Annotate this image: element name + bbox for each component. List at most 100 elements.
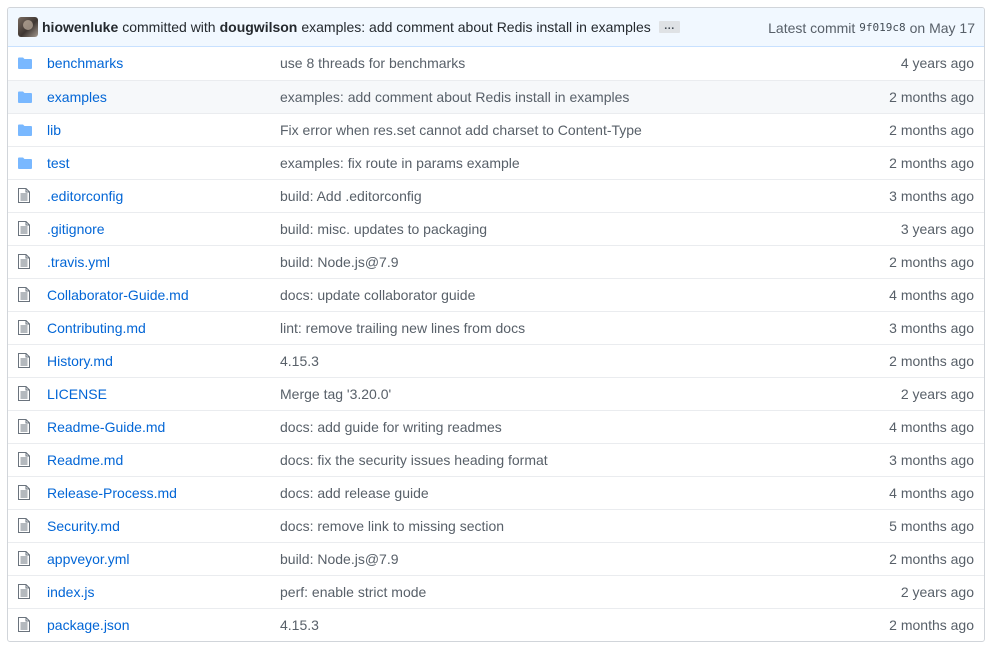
commit-message-link[interactable]: build: misc. updates to packaging: [280, 221, 487, 237]
file-name-link[interactable]: package.json: [47, 617, 130, 633]
file-icon: [8, 409, 45, 443]
commit-message-link[interactable]: 4.15.3: [280, 617, 319, 633]
file-row[interactable]: test examples: fix route in params exampl…: [8, 145, 984, 179]
commit-age: 2 months ago: [837, 607, 984, 641]
folder-icon: [8, 79, 45, 113]
folder-icon: [8, 47, 45, 80]
commit-age: 2 months ago: [837, 541, 984, 575]
file-icon: [8, 343, 45, 377]
commit-age: 3 months ago: [837, 442, 984, 476]
file-row[interactable]: .travis.yml build: Node.js@7.9 2 months ag…: [8, 244, 984, 278]
file-list: benchmarks use 8 threads for benchmarks 4 …: [8, 47, 984, 641]
file-row[interactable]: Readme.md docs: fix the security issues h…: [8, 442, 984, 476]
file-row[interactable]: LICENSE Merge tag '3.20.0' 2 years ago: [8, 376, 984, 410]
file-row[interactable]: benchmarks use 8 threads for benchmarks 4 …: [8, 47, 984, 80]
commit-message-link[interactable]: lint: remove trailing new lines from doc…: [280, 320, 525, 336]
committer-link[interactable]: dougwilson: [220, 19, 298, 35]
file-name-link[interactable]: lib: [47, 122, 61, 138]
commit-age: 3 years ago: [837, 211, 984, 245]
commit-age: 2 months ago: [837, 79, 984, 113]
file-icon: [8, 574, 45, 608]
file-name-link[interactable]: Contributing.md: [47, 320, 146, 336]
commit-age: 2 months ago: [837, 112, 984, 146]
file-name-link[interactable]: Readme-Guide.md: [47, 419, 165, 435]
file-row[interactable]: Security.md docs: remove link to missing …: [8, 508, 984, 542]
file-name-link[interactable]: test: [47, 155, 70, 171]
commit-age: 2 months ago: [837, 343, 984, 377]
folder-icon: [8, 112, 45, 146]
file-row[interactable]: .editorconfig build: Add .editorconfig 3 m…: [8, 178, 984, 212]
file-name-link[interactable]: benchmarks: [47, 55, 123, 71]
author-avatar[interactable]: [18, 17, 38, 37]
file-name-link[interactable]: LICENSE: [47, 386, 107, 402]
file-icon: [8, 442, 45, 476]
file-icon: [8, 376, 45, 410]
commit-message-link[interactable]: docs: update collaborator guide: [280, 287, 475, 303]
file-row[interactable]: .gitignore build: misc. updates to packag…: [8, 211, 984, 245]
file-name-link[interactable]: Collaborator-Guide.md: [47, 287, 189, 303]
commit-author-link[interactable]: hiowenluke: [42, 19, 118, 35]
commit-sha-link[interactable]: 9f019c8: [859, 21, 905, 34]
commit-message-link[interactable]: build: Node.js@7.9: [280, 551, 399, 567]
commit-age: 3 months ago: [837, 178, 984, 212]
commit-message-link[interactable]: build: Node.js@7.9: [280, 254, 399, 270]
file-icon: [8, 541, 45, 575]
file-name-link[interactable]: .travis.yml: [47, 254, 110, 270]
file-name-link[interactable]: appveyor.yml: [47, 551, 129, 567]
commit-message-link[interactable]: docs: remove link to missing section: [280, 518, 504, 534]
file-row[interactable]: lib Fix error when res.set cannot add cha…: [8, 112, 984, 146]
commit-message-link[interactable]: perf: enable strict mode: [280, 584, 426, 600]
file-row[interactable]: Release-Process.md docs: add release guid…: [8, 475, 984, 509]
file-row[interactable]: index.js perf: enable strict mode 2 years …: [8, 574, 984, 608]
file-name-link[interactable]: examples: [47, 89, 107, 105]
file-icon: [8, 178, 45, 212]
file-name-link[interactable]: .editorconfig: [47, 188, 123, 204]
commit-age: 2 years ago: [837, 574, 984, 608]
file-name-link[interactable]: Security.md: [47, 518, 120, 534]
file-row[interactable]: Contributing.md lint: remove trailing new…: [8, 310, 984, 344]
commit-message-link[interactable]: Fix error when res.set cannot add charse…: [280, 122, 642, 138]
file-row[interactable]: Collaborator-Guide.md docs: update collab…: [8, 277, 984, 311]
file-icon: [8, 277, 45, 311]
latest-commit-bar: hiowenluke committed with dougwilson exa…: [8, 8, 984, 47]
commit-message-link[interactable]: examples: add comment about Redis instal…: [301, 19, 650, 35]
commit-age: 4 months ago: [837, 277, 984, 311]
file-row[interactable]: appveyor.yml build: Node.js@7.9 2 months a…: [8, 541, 984, 575]
file-row[interactable]: History.md 4.15.3 2 months ago: [8, 343, 984, 377]
commit-message-link[interactable]: docs: add release guide: [280, 485, 429, 501]
folder-icon: [8, 145, 45, 179]
file-name-link[interactable]: index.js: [47, 584, 94, 600]
file-navigation-table: hiowenluke committed with dougwilson exa…: [7, 7, 985, 642]
commit-age: 4 years ago: [900, 55, 974, 72]
commit-message-link[interactable]: docs: fix the security issues heading fo…: [280, 452, 548, 468]
commit-message-link[interactable]: Merge tag '3.20.0': [280, 386, 391, 402]
commit-age: 2 years ago: [837, 376, 984, 410]
file-icon: [8, 475, 45, 509]
file-name-link[interactable]: .gitignore: [47, 221, 105, 237]
commit-age: 2 months ago: [837, 244, 984, 278]
commit-age: 4 months ago: [837, 409, 984, 443]
committed-with-text: committed with: [122, 19, 216, 35]
file-icon: [8, 607, 45, 641]
commit-message-link[interactable]: build: Add .editorconfig: [280, 188, 422, 204]
commit-message-link[interactable]: docs: add guide for writing readmes: [280, 419, 502, 435]
commit-message-link[interactable]: 4.15.3: [280, 353, 319, 369]
commit-age: 5 months ago: [837, 508, 984, 542]
file-icon: [8, 310, 45, 344]
expand-commit-message-button[interactable]: …: [658, 20, 680, 33]
file-name-link[interactable]: History.md: [47, 353, 113, 369]
commit-message-link[interactable]: examples: fix route in params example: [280, 155, 520, 171]
file-row[interactable]: Readme-Guide.md docs: add guide for writi…: [8, 409, 984, 443]
file-icon: [8, 508, 45, 542]
commit-message-link[interactable]: examples: add comment about Redis instal…: [280, 89, 629, 105]
file-row[interactable]: package.json 4.15.3 2 months ago: [8, 607, 984, 641]
commit-age: 2 months ago: [837, 145, 984, 179]
file-name-link[interactable]: Release-Process.md: [47, 485, 177, 501]
file-icon: [8, 211, 45, 245]
commit-message-link[interactable]: use 8 threads for benchmarks: [280, 55, 465, 71]
commit-age: 4 months ago: [837, 475, 984, 509]
latest-commit-info: Latest commit 9f019c8 on May 17: [768, 8, 975, 47]
commit-age: 3 months ago: [837, 310, 984, 344]
file-row[interactable]: examples examples: add comment about Redi…: [8, 79, 984, 113]
file-name-link[interactable]: Readme.md: [47, 452, 123, 468]
